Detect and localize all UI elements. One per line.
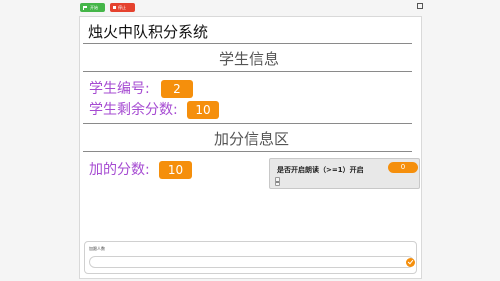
divider	[83, 151, 412, 152]
slider-knob[interactable]	[276, 181, 279, 183]
ask-prompt-box: 加跟人数	[84, 241, 417, 274]
toolbar: 开始 停止	[0, 0, 500, 14]
run-button[interactable]: 开始	[80, 3, 105, 12]
run-label: 开始	[90, 5, 98, 10]
divider	[83, 43, 412, 44]
variable-slider[interactable]	[275, 177, 280, 186]
answer-input[interactable]	[89, 256, 415, 268]
added-score-value: 10	[159, 161, 192, 179]
remaining-score-label: 学生剩余分数:	[89, 102, 178, 118]
fullscreen-icon[interactable]	[417, 3, 423, 9]
student-section-heading: 学生信息	[219, 50, 280, 68]
added-score-label: 加的分数:	[89, 162, 150, 178]
check-icon[interactable]	[406, 258, 415, 267]
variable-monitor: 是否开启朗读（>=1）开启 0	[269, 158, 420, 189]
divider	[83, 123, 412, 124]
stop-button[interactable]: 停止	[110, 3, 135, 12]
variable-monitor-value: 0	[388, 162, 418, 173]
page-title: 烛火中队积分系统	[88, 23, 209, 41]
stop-icon	[113, 6, 116, 9]
variable-monitor-label: 是否开启朗读（>=1）开启	[277, 166, 364, 174]
stage: 烛火中队积分系统 学生信息 学生编号: 2 学生剩余分数: 10 加分信息区 加…	[79, 16, 422, 279]
flag-icon	[83, 5, 88, 10]
student-id-value: 2	[161, 80, 193, 98]
student-id-label: 学生编号:	[89, 81, 150, 97]
remaining-score-value: 10	[187, 101, 219, 119]
add-section-heading: 加分信息区	[214, 130, 290, 148]
stop-label: 停止	[118, 5, 126, 10]
ask-prompt-label: 加跟人数	[89, 246, 105, 251]
divider	[83, 71, 412, 72]
